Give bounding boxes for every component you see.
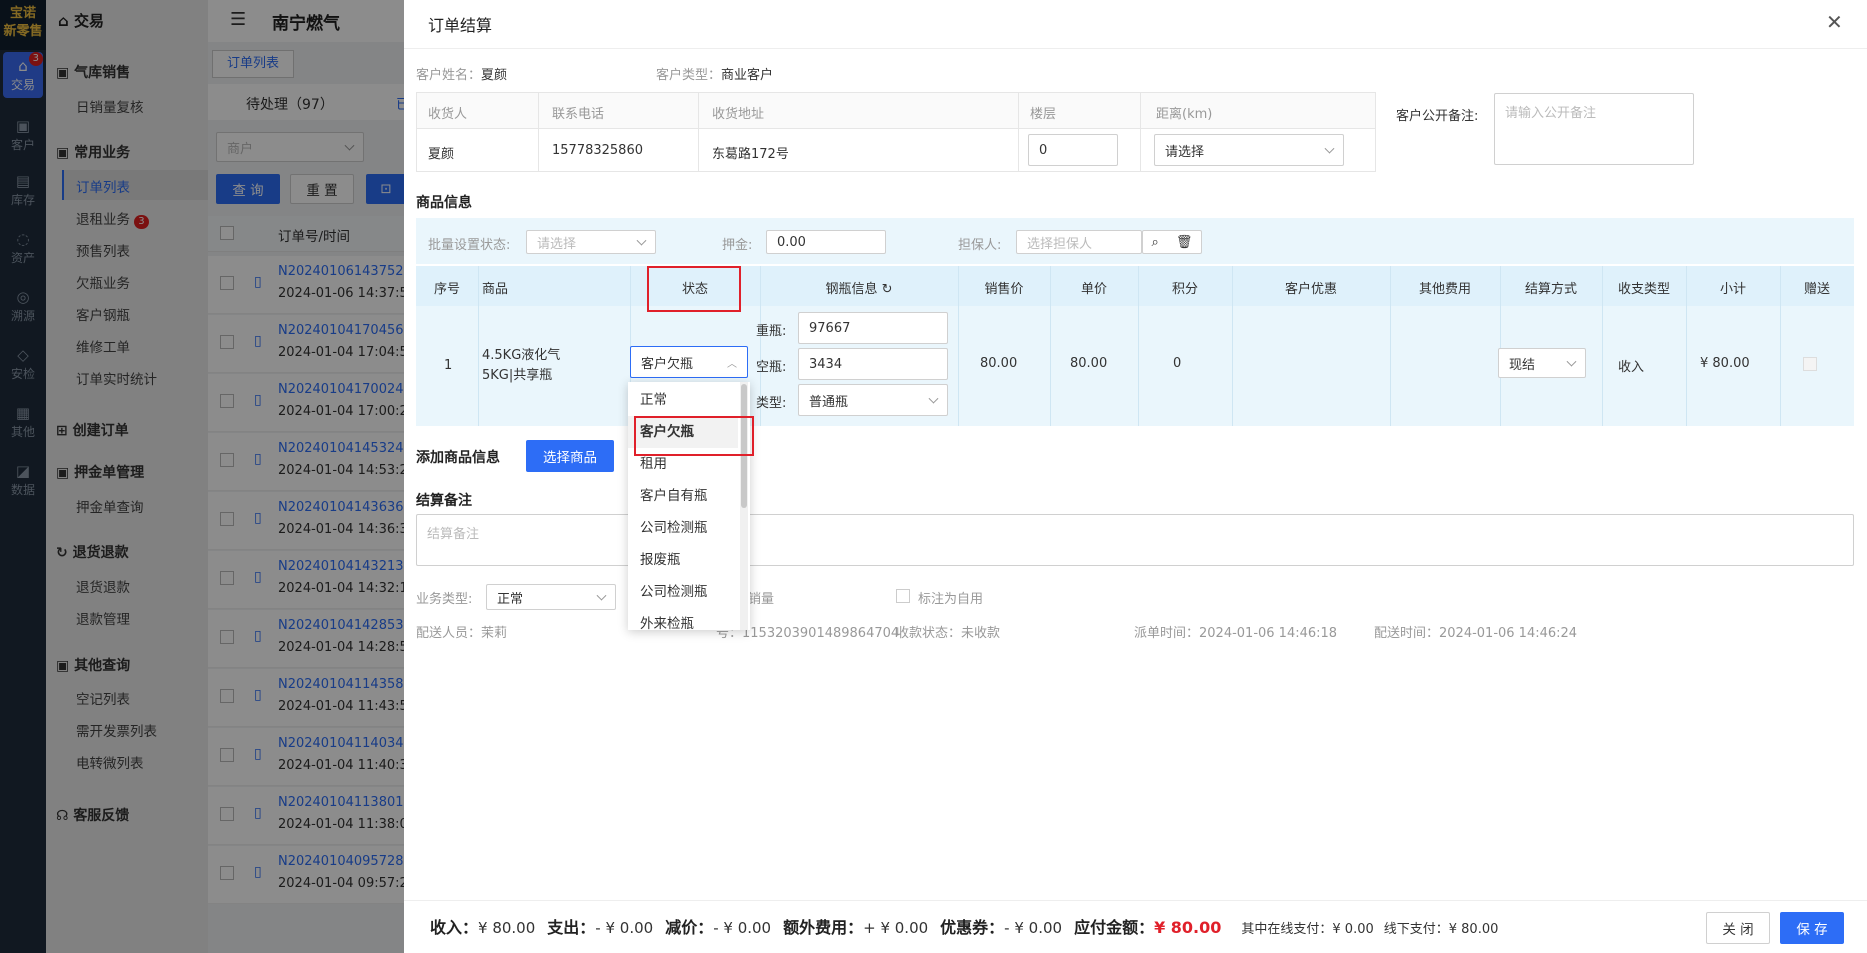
- points: 0: [1173, 356, 1182, 371]
- save-button[interactable]: 保 存: [1780, 912, 1844, 944]
- col-divider: [1138, 266, 1139, 426]
- biz-type-select[interactable]: 正常: [486, 584, 616, 610]
- inout-type: 收入: [1618, 360, 1645, 375]
- col-divider: [1602, 266, 1603, 426]
- sale-price: 80.00: [980, 356, 1018, 371]
- col-12: 赠送: [1803, 282, 1830, 297]
- gift-checkbox[interactable]: [1803, 357, 1817, 371]
- col-floor: 楼层: [1030, 107, 1057, 122]
- col-distance: 距离(km): [1156, 107, 1213, 122]
- status-option-test[interactable]: 公司检测瓶: [628, 512, 738, 544]
- settle-select[interactable]: 现结: [1498, 348, 1586, 378]
- col-3: 钢瓶信息 ↻: [825, 282, 893, 297]
- receiver-phone: 15778325860: [552, 143, 643, 158]
- add-goods-label: 添加商品信息: [416, 450, 500, 466]
- type-label: 类型:: [756, 396, 787, 411]
- distance-select[interactable]: 请选择: [1154, 134, 1344, 166]
- public-note-input[interactable]: 请输入公开备注: [1494, 93, 1694, 165]
- col-10: 收支类型: [1617, 282, 1670, 297]
- status-option-test2[interactable]: 公司检测瓶: [628, 576, 738, 608]
- customer-name: 客户姓名：夏颜: [416, 68, 508, 83]
- status-header-highlight: [647, 266, 741, 312]
- status-option-normal[interactable]: 正常: [628, 384, 738, 416]
- col-9: 结算方式: [1524, 282, 1577, 297]
- col-1: 商品: [482, 282, 509, 297]
- guarantor-actions: ⌕ 🗑: [1142, 230, 1202, 254]
- biz-type-label: 业务类型:: [416, 592, 473, 607]
- self-use-checkbox[interactable]: [896, 589, 910, 603]
- close-button[interactable]: 关 闭: [1706, 912, 1770, 944]
- owed-option-highlight: [634, 416, 754, 456]
- search-icon[interactable]: ⌕: [1152, 235, 1159, 250]
- floor-input[interactable]: 0: [1028, 134, 1118, 166]
- guarantor-input[interactable]: 选择担保人: [1016, 230, 1142, 254]
- status-option-scrap[interactable]: 报废瓶: [628, 544, 738, 576]
- customer-type: 客户类型：商业客户: [656, 68, 774, 83]
- sales-label: 销量: [748, 592, 775, 607]
- col-phone: 联系电话: [552, 107, 605, 122]
- app-root: { "brand": {"line1": "宝诺", "line2": "新零售…: [0, 0, 1867, 953]
- heavy-label: 重瓶:: [756, 324, 787, 339]
- col-divider: [1780, 266, 1781, 426]
- heavy-input[interactable]: 97667: [798, 312, 948, 344]
- public-note-label: 客户公开备注:: [1396, 109, 1479, 124]
- self-use-label: 标注为自用: [918, 592, 984, 607]
- col-receiver: 收货人: [428, 107, 468, 122]
- col-divider: [1018, 93, 1019, 171]
- col-divider: [538, 93, 539, 171]
- guarantor-label: 担保人:: [958, 238, 1002, 253]
- col-divider: [1050, 266, 1051, 426]
- pay-status: 收款状态：未收款: [896, 626, 1001, 641]
- col-4: 销售价: [984, 282, 1024, 297]
- col-divider: [698, 93, 699, 171]
- col-5: 单价: [1080, 282, 1107, 297]
- footer-divider: [404, 900, 1867, 901]
- receiver-address: 东葛路172号: [712, 147, 789, 162]
- refresh-icon[interactable]: ↻: [877, 282, 893, 297]
- col-divider: [1686, 266, 1687, 426]
- footer-summary: 收入： ¥ 80.00 支出： - ¥ 0.00 减价： - ¥ 0.00 额外费用：…: [430, 918, 1499, 937]
- courier: 配送人员：茉莉: [416, 626, 508, 641]
- settle-note-title: 结算备注: [416, 493, 472, 509]
- choose-goods-button[interactable]: 选择商品: [526, 440, 614, 472]
- deposit-input[interactable]: 0.00: [766, 230, 886, 254]
- status-option-own[interactable]: 客户自有瓶: [628, 480, 738, 512]
- row-product: 4.5KG液化气 5KG|共享瓶: [482, 348, 561, 383]
- empty-label: 空瓶:: [756, 360, 787, 375]
- col-address: 收货地址: [712, 107, 765, 122]
- type-select[interactable]: 普通瓶: [798, 384, 948, 416]
- col-divider: [1140, 93, 1141, 171]
- trash-icon[interactable]: 🗑: [1176, 235, 1193, 250]
- col-6: 积分: [1171, 282, 1198, 297]
- deposit-label: 押金:: [722, 238, 753, 253]
- delivery-time: 配送时间：2024-01-06 14:46:24: [1374, 626, 1578, 641]
- goods-section-title: 商品信息: [416, 195, 472, 211]
- batch-status-select[interactable]: 请选择: [526, 230, 656, 254]
- dispatch-time: 派单时间：2024-01-06 14:46:18: [1134, 626, 1338, 641]
- col-divider: [478, 266, 479, 426]
- col-divider: [1390, 266, 1391, 426]
- col-7: 客户优惠: [1284, 282, 1337, 297]
- col-8: 其他费用: [1418, 282, 1471, 297]
- col-divider: [958, 266, 959, 426]
- row-index: 1: [444, 358, 453, 373]
- subtotal: ¥ 80.00: [1700, 356, 1750, 371]
- unit-price: 80.00: [1070, 356, 1108, 371]
- status-option-foreign[interactable]: 外来检瓶: [628, 608, 738, 630]
- col-0: 序号: [433, 282, 460, 297]
- col-divider: [1232, 266, 1233, 426]
- dialog-title: 订单结算: [428, 16, 493, 35]
- batch-status-label: 批量设置状态:: [428, 238, 511, 253]
- col-divider: [1500, 266, 1501, 426]
- receiver-name: 夏颜: [428, 147, 455, 162]
- title-divider: [404, 48, 1867, 49]
- close-icon[interactable]: ✕: [1826, 10, 1843, 34]
- col-11: 小计: [1719, 282, 1746, 297]
- status-select[interactable]: 客户欠瓶 ︿: [630, 346, 748, 378]
- empty-input[interactable]: 3434: [798, 348, 948, 380]
- chevron-up-icon: ︿: [727, 359, 737, 370]
